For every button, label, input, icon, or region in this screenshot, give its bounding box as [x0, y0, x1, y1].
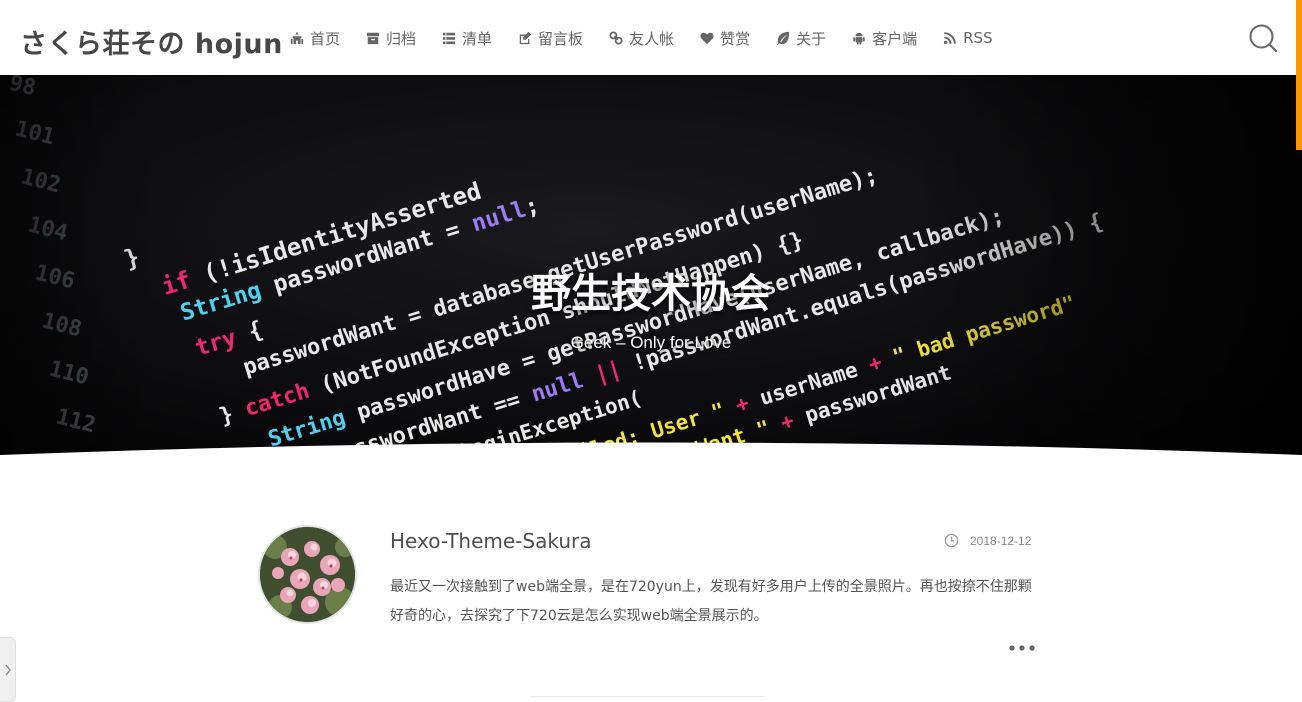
list-icon	[441, 30, 457, 46]
nav-item-list[interactable]: 清单	[441, 28, 492, 49]
site-title[interactable]: さくら荘その hojun	[20, 22, 283, 61]
chevron-right-icon	[4, 664, 11, 675]
archive-icon	[365, 30, 381, 46]
nav-label: 赞赏	[720, 29, 751, 48]
top-navbar: さくら荘その hojun 首页 归档 清单 留言板 友人帐 赞赏 关于 客户端 …	[0, 0, 1302, 75]
home-icon	[289, 30, 305, 46]
post-card: Hexo-Theme-Sakura 2018-12-12 最近又一次接触到了we…	[258, 525, 1038, 685]
post-title[interactable]: Hexo-Theme-Sakura	[390, 529, 591, 553]
android-icon	[851, 30, 867, 46]
heart-icon	[699, 30, 715, 46]
hero-wave-divider	[0, 442, 1302, 470]
read-more-button[interactable]	[1008, 641, 1038, 655]
link-icon	[608, 30, 624, 46]
nav-item-guestbook[interactable]: 留言板	[517, 28, 583, 49]
nav-item-about[interactable]: 关于	[775, 28, 826, 49]
nav-item-home[interactable]: 首页	[289, 28, 340, 49]
search-button[interactable]	[1247, 22, 1279, 54]
more-icon	[1009, 645, 1035, 651]
nav-label: 首页	[310, 29, 341, 48]
nav-label: 清单	[462, 29, 493, 48]
post-divider	[530, 696, 764, 697]
scroll-progress-bar	[1296, 0, 1302, 150]
post-excerpt: 最近又一次接触到了web端全景，是在720yun上，发现有好多用户上传的全景照片…	[390, 579, 1032, 624]
hero-subtitle: Geek – Only for Love	[570, 333, 732, 352]
sidebar-toggle[interactable]	[0, 637, 16, 702]
clock-icon	[944, 533, 959, 548]
post-date: 2018-12-12	[944, 533, 1031, 548]
flower-image	[260, 527, 355, 622]
edit-icon	[517, 30, 533, 46]
rss-icon	[942, 30, 958, 46]
post-thumbnail[interactable]	[258, 525, 357, 624]
hero-banner: 98 101 102 104 106 108 110 112 } if (!is…	[0, 75, 1302, 460]
nav-item-rss[interactable]: RSS	[942, 29, 993, 47]
nav-item-client[interactable]: 客户端	[851, 28, 917, 49]
nav-item-friends[interactable]: 友人帐	[608, 28, 674, 49]
nav-label: 留言板	[538, 29, 584, 48]
nav-label: RSS	[963, 29, 993, 47]
main-nav: 首页 归档 清单 留言板 友人帐 赞赏 关于 客户端 RSS	[289, 27, 1018, 49]
search-icon	[1249, 24, 1278, 53]
leaf-icon	[775, 30, 791, 46]
nav-label: 客户端	[872, 29, 918, 48]
nav-label: 归档	[386, 29, 417, 48]
post-date-text: 2018-12-12	[970, 533, 1032, 548]
nav-item-donate[interactable]: 赞赏	[699, 28, 750, 49]
nav-label: 关于	[796, 29, 827, 48]
hero-title: 野生技术协会	[531, 271, 771, 317]
nav-item-archive[interactable]: 归档	[365, 28, 416, 49]
nav-label: 友人帐	[629, 29, 675, 48]
